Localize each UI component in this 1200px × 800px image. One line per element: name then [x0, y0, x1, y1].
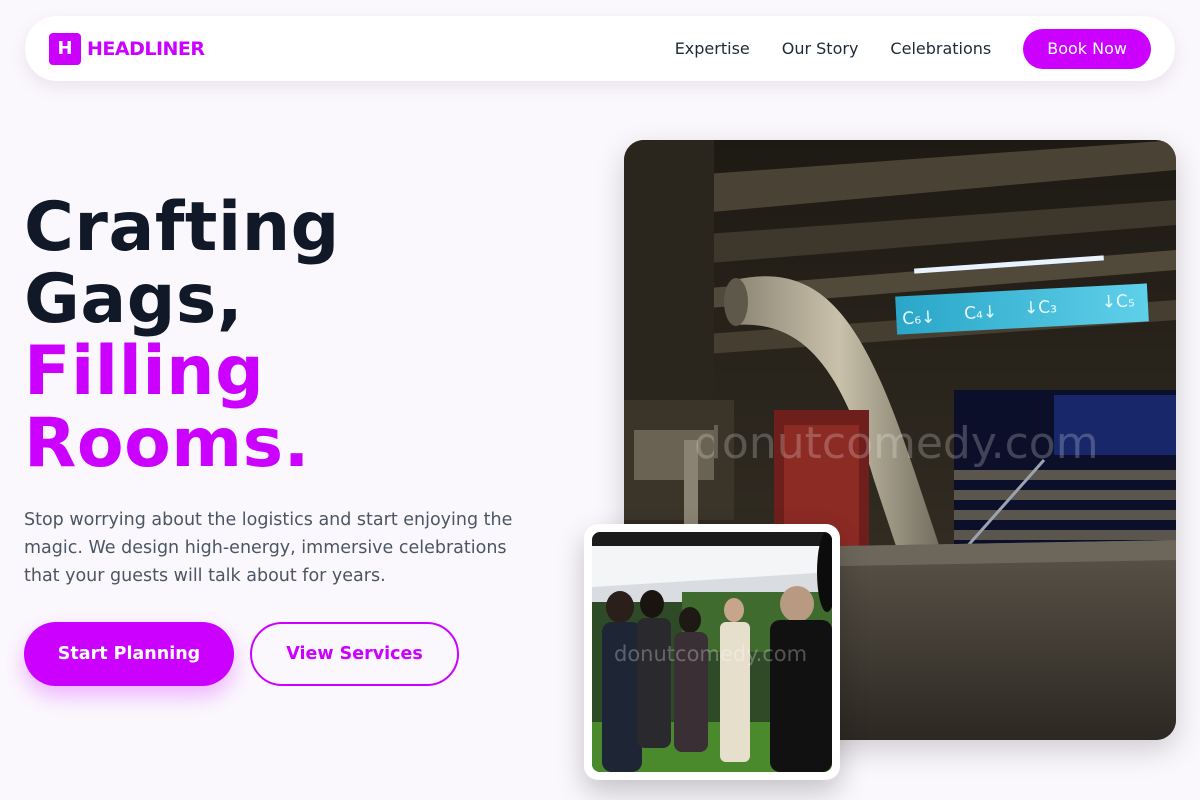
nav-link-celebrations[interactable]: Celebrations: [890, 39, 991, 58]
book-now-button[interactable]: Book Now: [1023, 28, 1151, 69]
sign-c5: ↓C₅: [1101, 291, 1135, 313]
crowd-photo-card: donutcomedy.com: [584, 524, 840, 780]
logo-text: HEADLINER: [87, 37, 205, 60]
hero-title-line-3: Filling: [24, 332, 265, 411]
nav-link-expertise[interactable]: Expertise: [675, 39, 750, 58]
nav-link-our-story[interactable]: Our Story: [782, 39, 859, 58]
nav-links: Expertise Our Story Celebrations Book No…: [675, 28, 1151, 69]
hero-title: Crafting Gags, Filling Rooms.: [24, 192, 584, 480]
view-services-button[interactable]: View Services: [250, 622, 459, 686]
inset-image-watermark: donutcomedy.com: [614, 642, 808, 666]
crowd-photo: donutcomedy.com: [592, 532, 832, 772]
logo[interactable]: H HEADLINER: [49, 32, 205, 65]
hero-description: Stop worrying about the logistics and st…: [24, 510, 513, 586]
hero-title-line-2: Gags,: [24, 260, 244, 339]
hero-title-line-1: Crafting: [24, 188, 340, 267]
hero-title-line-4: Rooms.: [24, 404, 310, 483]
logo-mark: H: [49, 32, 81, 65]
sign-c4: C₄↓: [964, 302, 998, 324]
main-image-watermark: donutcomedy.com: [694, 418, 1099, 469]
start-planning-button[interactable]: Start Planning: [24, 622, 234, 686]
sign-c3: ↓C₃: [1023, 297, 1057, 319]
sign-c6: C₆↓: [902, 308, 936, 330]
top-navigation: H HEADLINER Expertise Our Story Celebrat…: [25, 16, 1175, 81]
